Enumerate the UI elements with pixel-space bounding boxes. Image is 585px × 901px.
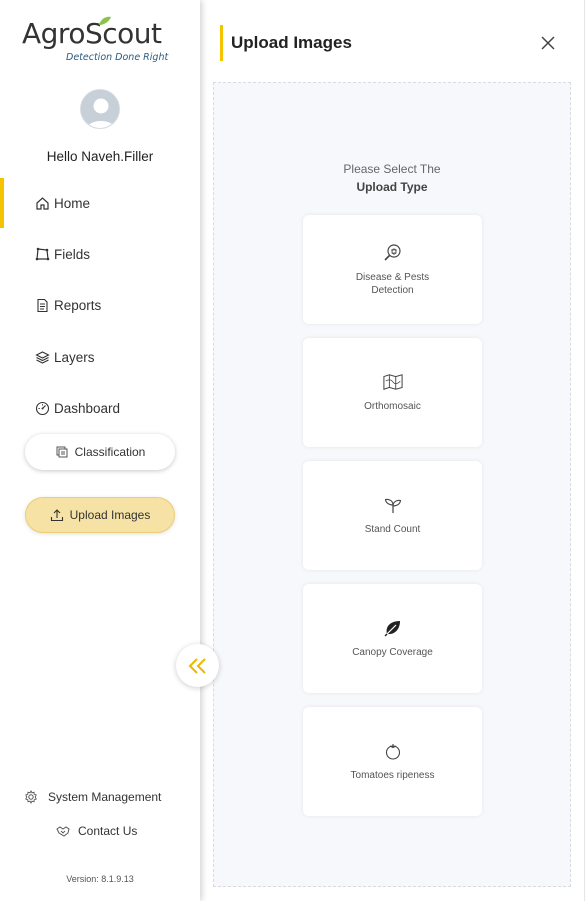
sidebar-item-fields[interactable]: Fields [0, 229, 200, 279]
sidebar-item-layers[interactable]: Layers [0, 332, 200, 382]
classification-label: Classification [74, 445, 146, 459]
upload-images-panel: Upload Images Please Select The Upload T… [200, 0, 585, 901]
magnifier-bug-icon [383, 243, 403, 263]
title-accent-bar [220, 25, 223, 61]
system-management-label: System Management [48, 790, 162, 804]
contact-us-label: Contact Us [78, 824, 138, 838]
avatar[interactable] [80, 89, 120, 129]
app-version: Version: 8.1.9.13 [66, 874, 134, 884]
card-label: Canopy Coverage [352, 647, 433, 658]
layers-icon [34, 349, 50, 365]
user-avatar-icon [81, 90, 119, 128]
system-management-link[interactable]: System Management [24, 790, 161, 804]
map-icon [382, 372, 403, 392]
sprout-icon [383, 495, 403, 515]
upload-type-canopy-coverage[interactable]: Canopy Coverage [303, 584, 482, 693]
sidebar-item-label: Reports [54, 297, 102, 313]
classification-button[interactable]: Classification [25, 434, 175, 470]
upload-images-button[interactable]: Upload Images [25, 497, 175, 533]
card-label: Disease & Pests Detection [355, 271, 430, 296]
upload-type-orthomosaic[interactable]: Orthomosaic [303, 338, 482, 447]
sidebar-item-label: Layers [54, 349, 95, 365]
upload-type-stand-count[interactable]: Stand Count [303, 461, 482, 570]
card-label: Stand Count [364, 524, 421, 535]
sidebar-item-home[interactable]: Home [0, 178, 200, 228]
card-label: Tomatoes ripeness [350, 770, 435, 781]
upload-type-area: Please Select The Upload Type Disease & … [213, 82, 571, 887]
upload-prompt-line1: Please Select The [343, 162, 441, 176]
sidebar-item-dashboard[interactable]: Dashboard [0, 383, 200, 433]
sidebar-item-label: Fields [54, 246, 91, 262]
panel-title: Upload Images [231, 33, 352, 52]
handshake-icon [56, 824, 70, 838]
upload-type-tomatoes-ripeness[interactable]: Tomatoes ripeness [303, 707, 482, 816]
dashboard-icon [34, 400, 50, 416]
gear-icon [24, 790, 38, 804]
upload-icon [50, 508, 64, 522]
card-label: Orthomosaic [364, 401, 421, 412]
fields-icon [34, 246, 50, 262]
double-chevron-left-icon [188, 657, 206, 674]
sidebar-item-label: Dashboard [54, 400, 121, 416]
close-icon [541, 36, 555, 50]
agroscout-logo[interactable]: AgroScout Detection Done Right [22, 16, 182, 68]
close-button[interactable] [537, 32, 559, 54]
logo-leaf-icon [99, 16, 111, 25]
collapse-sidebar-button[interactable] [176, 644, 219, 687]
home-icon [34, 195, 50, 211]
upload-type-disease-pests[interactable]: Disease & Pests Detection [303, 215, 482, 324]
sidebar-item-label: Home [54, 195, 91, 211]
user-greeting: Hello Naveh.Filler [46, 149, 154, 164]
classification-icon [55, 445, 69, 459]
tomato-icon [383, 741, 403, 761]
contact-us-link[interactable]: Contact Us [56, 824, 137, 838]
reports-icon [34, 297, 50, 313]
leaf-icon [383, 618, 403, 638]
logo-tagline: Detection Done Right [66, 52, 169, 63]
sidebar: AgroScout Detection Done Right Hello Nav… [0, 0, 200, 901]
upload-images-label: Upload Images [69, 508, 151, 522]
upload-prompt-line2: Upload Type [356, 180, 428, 194]
sidebar-item-reports[interactable]: Reports [0, 280, 200, 330]
